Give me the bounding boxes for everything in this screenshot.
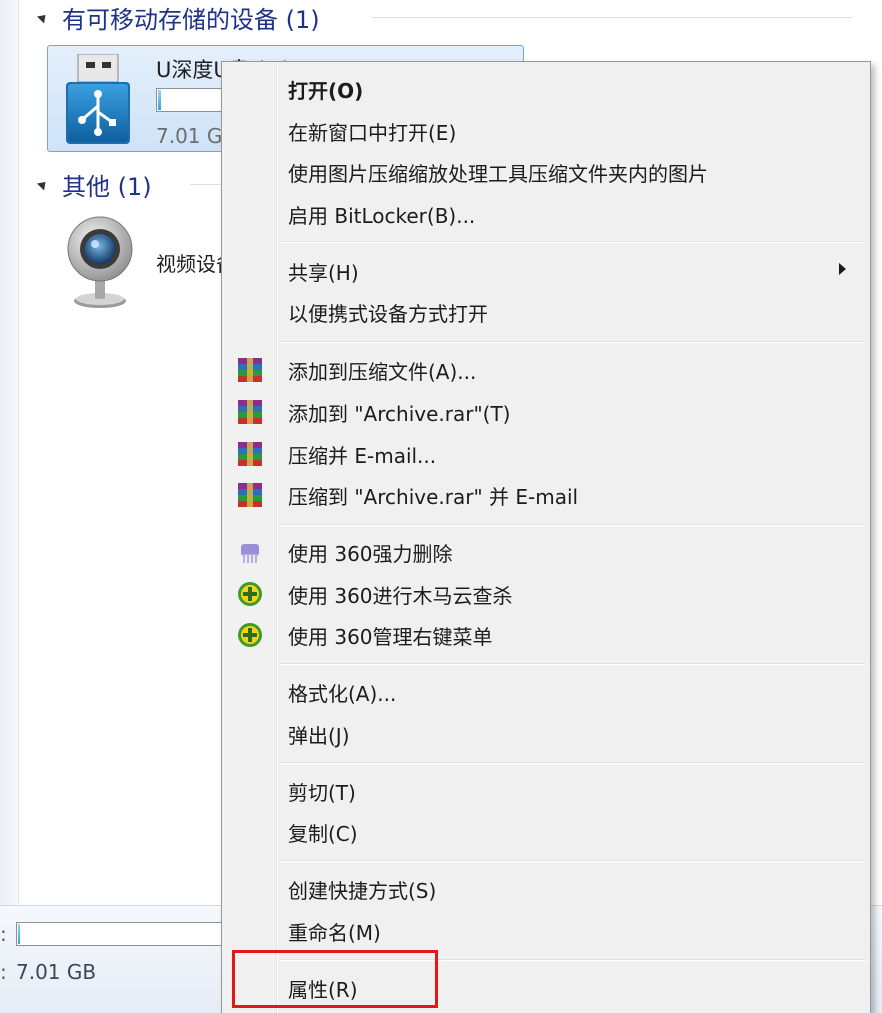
menu-item-360-shred[interactable]: 使用 360强力删除 (224, 531, 868, 571)
menu-item-label: 添加到 "Archive.rar"(T) (288, 402, 511, 426)
menu-separator (280, 663, 866, 665)
menu-item-label: 格式化(A)... (288, 682, 397, 706)
winrar-icon (238, 442, 262, 466)
menu-item-360-trojan-scan[interactable]: 使用 360进行木马云查杀 (224, 573, 868, 613)
menu-separator (280, 762, 866, 764)
menu-item-image-compress[interactable]: 使用图片压缩缩放处理工具压缩文件夹内的图片 (224, 151, 868, 191)
context-menu: 打开(O) 在新窗口中打开(E) 使用图片压缩缩放处理工具压缩文件夹内的图片 启… (221, 61, 871, 1013)
menu-item-label: 压缩到 "Archive.rar" 并 E-mail (288, 485, 579, 509)
menu-item-label: 创建快捷方式(S) (288, 879, 437, 903)
webcam-icon[interactable] (64, 215, 136, 310)
group-header-removable[interactable]: 有可移动存储的设备 (1) (36, 2, 320, 34)
details-label: : (0, 960, 7, 984)
group-divider (372, 17, 852, 18)
collapse-arrow-icon[interactable] (36, 10, 50, 24)
menu-item-label: 使用 360强力删除 (288, 542, 453, 566)
menu-item-label: 弹出(J) (288, 724, 350, 748)
360-scan-icon (238, 623, 262, 647)
details-size: 7.01 GB (16, 960, 97, 984)
group-title-removable: 有可移动存储的设备 (1) (62, 5, 320, 34)
menu-item-open[interactable]: 打开(O) (224, 68, 868, 108)
menu-item-label: 共享(H) (288, 261, 359, 285)
menu-item-label: 在新窗口中打开(E) (288, 121, 457, 145)
menu-item-copy[interactable]: 复制(C) (224, 811, 868, 851)
menu-item-create-shortcut[interactable]: 创建快捷方式(S) (224, 868, 868, 908)
submenu-arrow-icon (839, 263, 846, 275)
menu-item-open-new-window[interactable]: 在新窗口中打开(E) (224, 110, 868, 150)
menu-separator (280, 241, 866, 243)
menu-item-label: 复制(C) (288, 822, 358, 846)
360-shred-icon (241, 544, 259, 563)
usb-drive-icon (66, 54, 130, 144)
menu-separator (280, 524, 866, 526)
menu-item-360-manage-menu[interactable]: 使用 360管理右键菜单 (224, 614, 868, 654)
menu-item-label: 使用 360进行木马云查杀 (288, 584, 513, 608)
menu-item-cut[interactable]: 剪切(T) (224, 770, 868, 810)
group-header-other[interactable]: 其他 (1) (36, 169, 152, 201)
winrar-icon (238, 483, 262, 507)
menu-item-label: 添加到压缩文件(A)... (288, 360, 477, 384)
menu-item-add-to-archive-rar[interactable]: 添加到 "Archive.rar"(T) (224, 391, 868, 431)
menu-item-compress-rar-email[interactable]: 压缩到 "Archive.rar" 并 E-mail (224, 474, 868, 514)
menu-item-eject[interactable]: 弹出(J) (224, 713, 868, 753)
menu-item-label: 启用 BitLocker(B)... (288, 204, 476, 228)
details-label: : (0, 922, 7, 946)
group-title-other: 其他 (1) (62, 172, 152, 201)
menu-item-format[interactable]: 格式化(A)... (224, 671, 868, 711)
menu-item-label: 重命名(M) (288, 921, 381, 945)
menu-item-portable-device[interactable]: 以便携式设备方式打开 (224, 291, 868, 331)
menu-item-share[interactable]: 共享(H) (224, 250, 868, 290)
menu-item-add-to-archive[interactable]: 添加到压缩文件(A)... (224, 349, 868, 389)
winrar-icon (238, 358, 262, 382)
menu-item-label: 打开(O) (288, 79, 364, 103)
menu-item-bitlocker[interactable]: 启用 BitLocker(B)... (224, 193, 868, 233)
menu-item-rename[interactable]: 重命名(M) (224, 910, 868, 950)
menu-item-label: 剪切(T) (288, 781, 356, 805)
usb-capacity-fill (158, 90, 161, 110)
menu-item-compress-email[interactable]: 压缩并 E-mail... (224, 433, 868, 473)
properties-highlight-box (232, 950, 438, 1008)
collapse-arrow-icon[interactable] (36, 177, 50, 191)
menu-item-label: 使用图片压缩缩放处理工具压缩文件夹内的图片 (288, 162, 708, 186)
menu-item-label: 以便携式设备方式打开 (288, 302, 488, 326)
menu-separator (280, 860, 866, 862)
menu-item-label: 压缩并 E-mail... (288, 444, 437, 468)
360-scan-icon (238, 582, 262, 606)
menu-separator (280, 341, 866, 343)
winrar-icon (238, 400, 262, 424)
details-capacity-fill (18, 924, 21, 944)
menu-item-label: 使用 360管理右键菜单 (288, 625, 493, 649)
navigation-pane-edge (0, 0, 19, 905)
